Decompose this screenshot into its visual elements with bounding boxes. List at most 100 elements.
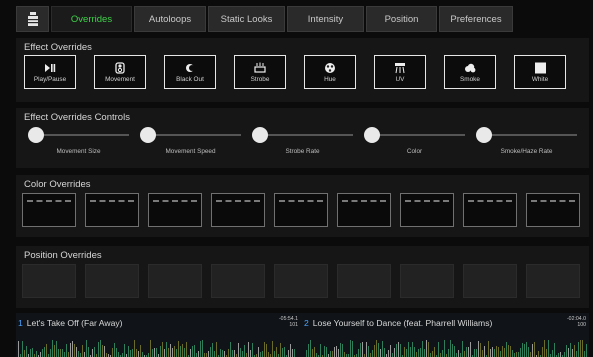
waveform-bar <box>326 347 327 357</box>
tab-overrides[interactable]: Overrides <box>51 6 132 32</box>
waveform-bar <box>412 342 413 357</box>
waveform-bar <box>496 346 497 357</box>
waveform-bar <box>290 344 291 357</box>
color-override-slot[interactable] <box>211 193 265 227</box>
color-override-slot[interactable] <box>148 193 202 227</box>
home-tab[interactable] <box>16 6 49 32</box>
waveform-bar <box>538 351 539 357</box>
waveform-bar <box>164 349 165 357</box>
waveform-bar <box>370 353 371 357</box>
white-button[interactable]: White <box>514 55 566 89</box>
tab-position[interactable]: Position <box>366 6 437 32</box>
color-override-slot[interactable] <box>274 193 328 227</box>
waveform-bar <box>240 348 241 357</box>
waveform-bar <box>582 340 583 357</box>
waveform-bar <box>316 353 317 357</box>
waveform-bar <box>216 342 217 357</box>
position-override-slot[interactable] <box>274 264 328 298</box>
waveform-bar <box>166 342 167 357</box>
position-override-slot[interactable] <box>22 264 76 298</box>
waveform-bar <box>362 342 363 357</box>
smoke-button[interactable]: Smoke <box>444 55 496 89</box>
waveform-bar <box>220 349 221 357</box>
waveform-bar <box>72 341 73 357</box>
waveform-bar <box>272 341 273 357</box>
waveform-bar <box>522 343 523 357</box>
waveform-bar <box>476 349 477 357</box>
slider-knob[interactable] <box>28 127 44 143</box>
waveform-bar <box>118 352 119 357</box>
waveform-bar <box>194 345 195 357</box>
hue-button[interactable]: Hue <box>304 55 356 89</box>
waveform-bar <box>36 351 37 357</box>
position-override-slot[interactable] <box>211 264 265 298</box>
tab-preferences[interactable]: Preferences <box>439 6 513 32</box>
movement-icon <box>115 61 125 74</box>
effect-overrides-panel: Effect Overrides Play/Pause Movement Bla… <box>16 38 589 102</box>
waveform-bar <box>442 350 443 357</box>
movement-label: Movement <box>105 75 135 83</box>
deck-1-waveform[interactable] <box>18 337 296 357</box>
smoke-haze-rate-slider[interactable]: Smoke/Haze Rate <box>476 124 577 155</box>
waveform-bar <box>102 345 103 357</box>
color-override-slot[interactable] <box>463 193 517 227</box>
waveform-bar <box>372 350 373 357</box>
position-override-slot[interactable] <box>526 264 580 298</box>
position-override-slot[interactable] <box>463 264 517 298</box>
waveform-bar <box>366 342 367 357</box>
slider-knob[interactable] <box>140 127 156 143</box>
tab-autoloops[interactable]: Autoloops <box>134 6 206 32</box>
waveform-bar <box>40 352 41 357</box>
waveform-bar <box>506 342 507 357</box>
color-override-slot[interactable] <box>85 193 139 227</box>
waveform-bar <box>380 349 381 357</box>
waveform-bar <box>438 342 439 357</box>
waveform-bar <box>112 348 113 357</box>
waveform-bar <box>62 349 63 357</box>
slider-knob[interactable] <box>252 127 268 143</box>
position-override-slot[interactable] <box>337 264 391 298</box>
waveform-bar <box>222 350 223 357</box>
position-override-slot[interactable] <box>400 264 454 298</box>
color-override-slot[interactable] <box>400 193 454 227</box>
tab-intensity[interactable]: Intensity <box>287 6 364 32</box>
waveform-bar <box>42 349 43 357</box>
waveform-bar <box>162 342 163 357</box>
waveform-bar <box>148 353 149 357</box>
position-override-slot[interactable] <box>85 264 139 298</box>
movement-size-slider[interactable]: Movement Size <box>28 124 129 155</box>
waveform-bar <box>202 340 203 357</box>
strobe-rate-slider[interactable]: Strobe Rate <box>252 124 353 155</box>
waveform-bar <box>428 342 429 357</box>
waveform-bar <box>478 341 479 357</box>
waveform-bar <box>584 351 585 357</box>
movement-speed-slider[interactable]: Movement Speed <box>140 124 241 155</box>
color-override-slot[interactable] <box>337 193 391 227</box>
waveform-bar <box>414 347 415 357</box>
color-override-slot[interactable] <box>526 193 580 227</box>
color-override-slot[interactable] <box>22 193 76 227</box>
slider-knob[interactable] <box>476 127 492 143</box>
movement-button[interactable]: Movement <box>94 55 146 89</box>
deck-2-waveform[interactable] <box>306 337 587 357</box>
uv-button[interactable]: UV <box>374 55 426 89</box>
color-slider[interactable]: Color <box>364 124 465 155</box>
waveform-bar <box>424 349 425 357</box>
white-icon <box>535 62 546 73</box>
waveform-bar <box>252 343 253 357</box>
waveform-bar <box>524 344 525 357</box>
position-override-slot[interactable] <box>148 264 202 298</box>
tab-static-looks[interactable]: Static Looks <box>208 6 285 32</box>
black-out-button[interactable]: Black Out <box>164 55 216 89</box>
strobe-button[interactable]: Strobe <box>234 55 286 89</box>
waveform-bar <box>180 346 181 357</box>
slider-knob[interactable] <box>364 127 380 143</box>
waveform-bar <box>388 350 389 357</box>
waveform-bar <box>114 343 115 357</box>
waveform-bar <box>82 345 83 357</box>
play-pause-button[interactable]: Play/Pause <box>24 55 76 89</box>
waveform-bar <box>484 346 485 357</box>
waveform-bar <box>382 341 383 357</box>
waveform-bar <box>454 346 455 357</box>
waveform-bar <box>460 353 461 357</box>
